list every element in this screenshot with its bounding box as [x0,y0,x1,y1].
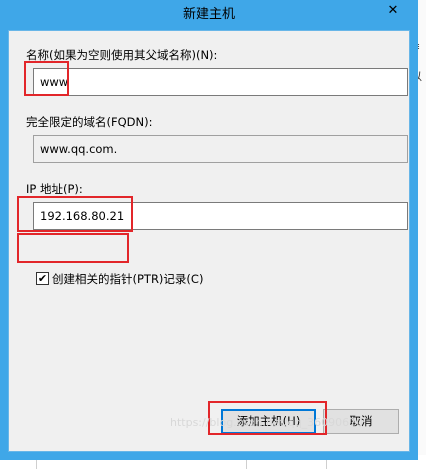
ptr-record-checkbox-label[interactable]: 创建相关的指针(PTR)记录(C) [52,271,203,287]
ip-address-label: IP 地址(P): [26,182,83,196]
ip-address-input[interactable] [33,202,408,230]
dialog-client-area: 名称(如果为空则使用其父域名称)(N): 完全限定的域名(FQDN): www.… [8,30,410,452]
add-host-button[interactable]: 添加主机(H) [221,409,316,434]
dialog-title: 新建主机 [182,7,235,22]
new-host-dialog: 新建主机 ✕ 名称(如果为空则使用其父域名称)(N): 完全限定的域名(FQDN… [0,0,418,460]
dialog-titlebar[interactable]: 新建主机 ✕ [0,0,418,30]
name-field-label: 名称(如果为空则使用其父域名称)(N): [26,48,218,62]
fqdn-value-field: www.qq.com. [33,135,408,163]
close-icon[interactable]: ✕ [376,1,410,21]
fqdn-label: 完全限定的域名(FQDN): [26,115,153,129]
ptr-record-checkbox[interactable]: ✔ [36,272,49,285]
name-input[interactable] [33,68,408,96]
cancel-button[interactable]: 取消 [323,409,399,434]
